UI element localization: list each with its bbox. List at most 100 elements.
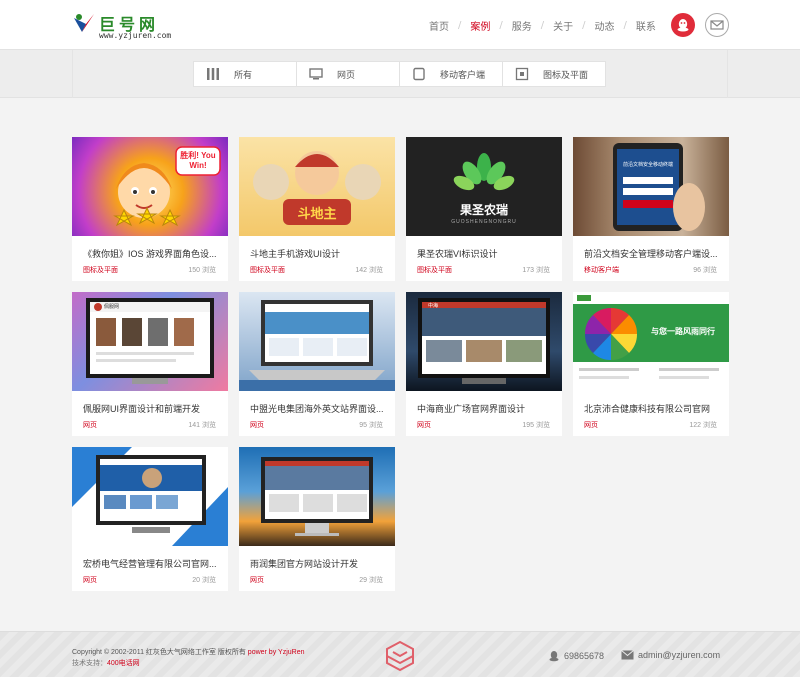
nav-services[interactable]: 服务 bbox=[503, 18, 541, 33]
columns-icon bbox=[206, 67, 220, 81]
card-title: 中海商业广场官网界面设计 bbox=[417, 404, 526, 414]
card-views: 173 浏览 bbox=[522, 267, 550, 274]
card-views: 29 浏览 bbox=[359, 577, 383, 584]
nav-contact[interactable]: 联系 bbox=[627, 18, 665, 33]
card-thumbnail bbox=[72, 447, 228, 546]
filter-label: 图标及平面 bbox=[543, 69, 589, 80]
qq-number: 69865678 bbox=[564, 651, 605, 661]
target-icon bbox=[515, 67, 529, 81]
card-category[interactable]: 图标及平面 bbox=[83, 265, 118, 275]
qq-icon bbox=[549, 651, 559, 662]
portfolio-card[interactable]: 中盟光电集团海外英文站界面设... 网页 95 浏览 bbox=[239, 292, 395, 436]
card-views: 20 浏览 bbox=[192, 577, 216, 584]
thumb-caption: 与您一路风雨同行 bbox=[651, 327, 715, 336]
footer-email[interactable]: admin@yzjuren.com bbox=[621, 650, 720, 660]
card-thumbnail: 中海 bbox=[406, 292, 562, 391]
portfolio-card[interactable]: 斗地主 斗地主手机游戏UI设计 图标及平面 142 浏览 bbox=[239, 137, 395, 281]
filter-bar: 所有 网页 移动客户端 图标及平面 bbox=[0, 50, 800, 98]
card-category[interactable]: 网页 bbox=[83, 575, 97, 585]
portfolio-card[interactable]: 前沿文档安全移动终端 前沿文档安全管理移动客户端设... 移动客户端 96 浏览 bbox=[573, 137, 729, 281]
portfolio-card[interactable]: 果圣农瑞 GUOSHENGNONGRU 果圣农瑞VI标识设计 图标及平面 173… bbox=[406, 137, 562, 281]
filter-graphic[interactable]: 图标及平面 bbox=[502, 61, 606, 87]
card-views: 195 浏览 bbox=[522, 422, 550, 429]
nav-news[interactable]: 动态 bbox=[586, 18, 624, 33]
card-title: 前沿文档安全管理移动客户端设... bbox=[584, 249, 718, 259]
filter-mobile[interactable]: 移动客户端 bbox=[399, 61, 503, 87]
copyright: Copyright © 2002-2011 红灰色大气网络工作室 版权所有 po… bbox=[72, 647, 304, 657]
card-views: 96 浏览 bbox=[693, 267, 717, 274]
filter-web[interactable]: 网页 bbox=[296, 61, 400, 87]
card-thumbnail bbox=[239, 292, 395, 391]
email-address: admin@yzjuren.com bbox=[638, 650, 721, 660]
nav-about[interactable]: 关于 bbox=[544, 18, 582, 33]
footer-qq[interactable]: 69865678 bbox=[548, 650, 604, 662]
card-thumbnail: 佩服网 bbox=[72, 292, 228, 391]
card-title: 宏桥电气经营管理有限公司官网... bbox=[83, 559, 217, 569]
card-thumbnail: 果圣农瑞 GUOSHENGNONGRU bbox=[406, 137, 562, 236]
card-title: 《救你姐》IOS 游戏界面角色设... bbox=[83, 249, 217, 259]
portfolio-card[interactable]: 佩服网 佩服网UI界面设计和前端开发 网页 141 浏览 bbox=[72, 292, 228, 436]
card-views: 142 浏览 bbox=[355, 267, 383, 274]
footer-logo-icon[interactable] bbox=[383, 639, 417, 673]
card-category[interactable]: 图标及平面 bbox=[417, 265, 452, 275]
filter-all[interactable]: 所有 bbox=[193, 61, 297, 87]
card-views: 95 浏览 bbox=[359, 422, 383, 429]
card-views: 122 浏览 bbox=[689, 422, 717, 429]
mail-button[interactable] bbox=[705, 13, 729, 37]
copyright-link[interactable]: power by YzjuRen bbox=[248, 649, 305, 656]
card-title: 中盟光电集团海外英文站界面设... bbox=[250, 404, 384, 414]
card-thumbnail bbox=[239, 447, 395, 546]
support-link[interactable]: 400电话网 bbox=[107, 660, 140, 667]
thumb-caption: 中海 bbox=[428, 303, 439, 309]
portfolio-card[interactable]: 雨润集团官方网站设计开发 网页 29 浏览 bbox=[239, 447, 395, 591]
tablet-icon bbox=[412, 67, 426, 81]
nav-cases[interactable]: 案例 bbox=[461, 18, 499, 33]
thumb-caption: 佩服网 bbox=[104, 304, 120, 310]
card-category[interactable]: 移动客户端 bbox=[584, 265, 619, 275]
filter-label: 网页 bbox=[337, 69, 356, 80]
monitor-icon bbox=[309, 67, 323, 81]
card-views: 141 浏览 bbox=[188, 422, 216, 429]
card-thumbnail: 与您一路风雨同行 bbox=[573, 292, 729, 391]
support-label: 技术支持： bbox=[72, 660, 107, 667]
qq-button[interactable] bbox=[671, 13, 695, 37]
card-category[interactable]: 图标及平面 bbox=[250, 265, 285, 275]
card-views: 150 浏览 bbox=[188, 267, 216, 274]
filter-label: 所有 bbox=[234, 69, 253, 80]
card-category[interactable]: 网页 bbox=[584, 420, 598, 430]
card-category[interactable]: 网页 bbox=[417, 420, 431, 430]
card-category[interactable]: 网页 bbox=[250, 420, 264, 430]
thumb-caption: 胜利! You Win! bbox=[180, 151, 216, 170]
copyright-text: Copyright © 2002-2011 红灰色大气网络工作室 版权所有 bbox=[72, 649, 248, 656]
portfolio-card[interactable]: 中海 中海商业广场官网界面设计 网页 195 浏览 bbox=[406, 292, 562, 436]
logo-url: www.yzjuren.com bbox=[99, 31, 172, 40]
thumb-caption: 斗地主 bbox=[297, 207, 337, 222]
qq-icon bbox=[677, 19, 689, 32]
portfolio-card[interactable]: 与您一路风雨同行 北京沛合健康科技有限公司官网 网页 122 浏览 bbox=[573, 292, 729, 436]
card-thumbnail: 前沿文档安全移动终端 bbox=[573, 137, 729, 236]
portfolio-card[interactable]: 胜利! You Win! 《救你姐》IOS 游戏界面角色设... 图标及平面 1… bbox=[72, 137, 228, 281]
nav-home[interactable]: 首页 bbox=[420, 18, 458, 33]
card-title: 斗地主手机游戏UI设计 bbox=[250, 249, 341, 259]
site-logo[interactable]: 巨号网 www.yzjuren.com bbox=[72, 10, 182, 42]
card-title: 雨润集团官方网站设计开发 bbox=[250, 559, 359, 569]
mail-icon bbox=[710, 20, 724, 30]
card-category[interactable]: 网页 bbox=[250, 575, 264, 585]
site-footer: Copyright © 2002-2011 红灰色大气网络工作室 版权所有 po… bbox=[0, 631, 800, 677]
filter-group: 所有 网页 移动客户端 图标及平面 bbox=[193, 61, 606, 87]
card-thumbnail: 斗地主 bbox=[239, 137, 395, 236]
filter-label: 移动客户端 bbox=[440, 69, 486, 80]
thumb-caption: 前沿文档安全移动终端 bbox=[622, 162, 673, 168]
logo-mark-icon bbox=[74, 14, 94, 32]
card-title: 果圣农瑞VI标识设计 bbox=[417, 249, 498, 259]
tech-support: 技术支持：400电话网 bbox=[72, 658, 140, 668]
portfolio-card[interactable]: 宏桥电气经营管理有限公司官网... 网页 20 浏览 bbox=[72, 447, 228, 591]
card-title: 佩服网UI界面设计和前端开发 bbox=[83, 404, 201, 414]
main-nav: 首页 / 案例 / 服务 / 关于 / 动态 / 联系 bbox=[420, 0, 665, 50]
thumb-subcaption: GUOSHENGNONGRU bbox=[451, 219, 517, 225]
card-thumbnail: 胜利! You Win! bbox=[72, 137, 228, 236]
mail-icon bbox=[621, 650, 634, 660]
card-title: 北京沛合健康科技有限公司官网 bbox=[584, 404, 711, 414]
thumb-caption: 果圣农瑞 bbox=[459, 203, 508, 217]
card-category[interactable]: 网页 bbox=[83, 420, 97, 430]
